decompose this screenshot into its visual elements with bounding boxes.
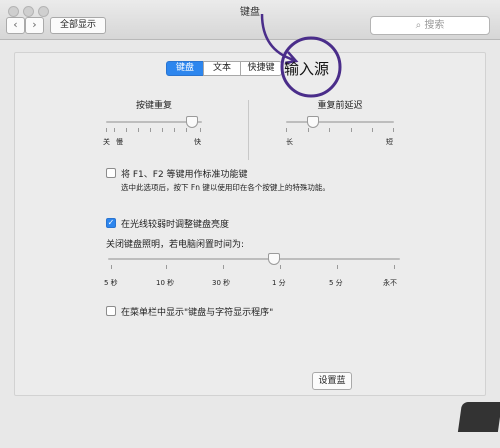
backlight-tick-label: 永不 <box>383 279 397 287</box>
key-repeat-tick <box>200 128 201 132</box>
delay-repeat-slider-thumb[interactable] <box>307 116 319 128</box>
key-repeat-tick <box>138 128 139 132</box>
backlight-tick <box>166 265 167 269</box>
delay-repeat-tick <box>372 128 373 132</box>
adjust-brightness-checkbox[interactable]: ✓ <box>106 218 116 228</box>
delay-repeat-title: 重复前延迟 <box>317 101 363 111</box>
backlight-tick <box>280 265 281 269</box>
delay-repeat-tick <box>329 128 330 132</box>
backlight-idle-title: 关闭键盘照明，若电脑闲置时间为: <box>106 240 245 250</box>
backlight-tick-label: 5 分 <box>329 279 343 287</box>
key-repeat-tick <box>114 128 115 132</box>
adjust-brightness-label[interactable]: 在光线较弱时调整键盘亮度 <box>121 217 229 230</box>
annotation-overlay <box>260 13 342 98</box>
show-in-menu-bar-label[interactable]: 在菜单栏中显示"键盘与字符显示程序" <box>121 305 273 318</box>
delay-repeat-tick <box>286 128 287 132</box>
key-repeat-off-label: 关 <box>103 138 110 146</box>
annotation-label: 输入源 <box>284 60 330 78</box>
key-repeat-tick <box>162 128 163 132</box>
backlight-tick-label: 30 秒 <box>212 279 231 287</box>
section-divider <box>248 100 249 160</box>
fn-keys-checkbox[interactable] <box>106 168 116 178</box>
key-repeat-fast-label: 快 <box>194 138 201 146</box>
key-repeat-tick <box>106 128 107 132</box>
delay-repeat-track <box>286 121 394 123</box>
backlight-tick <box>223 265 224 269</box>
delay-repeat-tick <box>393 128 394 132</box>
key-repeat-tick <box>126 128 127 132</box>
backlight-idle-track <box>108 258 400 260</box>
key-repeat-slow-label: 慢 <box>116 138 123 146</box>
fn-keys-description: 选中此选项后，按下 Fn 键以使用印在各个按键上的特殊功能。 <box>121 183 330 192</box>
setup-bluetooth-keyboard-button[interactable]: 设置蓝 <box>312 372 352 390</box>
delay-repeat-long-label: 长 <box>286 138 293 146</box>
delay-repeat-tick <box>351 128 352 132</box>
delay-repeat-tick <box>308 128 309 132</box>
backlight-tick-label: 5 秒 <box>104 279 118 287</box>
show-in-menu-bar-checkbox[interactable] <box>106 306 116 316</box>
fn-keys-label[interactable]: 将 F1、F2 等键用作标准功能键 <box>121 167 248 180</box>
backlight-tick <box>111 265 112 269</box>
key-repeat-tick <box>174 128 175 132</box>
delay-repeat-short-label: 短 <box>386 138 393 146</box>
backlight-tick <box>337 265 338 269</box>
checkmark-icon: ✓ <box>107 218 115 227</box>
key-repeat-tick <box>150 128 151 132</box>
watermark-logo <box>457 402 500 432</box>
backlight-tick <box>394 265 395 269</box>
backlight-tick-label: 10 秒 <box>156 279 175 287</box>
key-repeat-title: 按键重复 <box>135 101 172 111</box>
backlight-tick-label: 1 分 <box>272 279 286 287</box>
key-repeat-tick <box>186 128 187 132</box>
